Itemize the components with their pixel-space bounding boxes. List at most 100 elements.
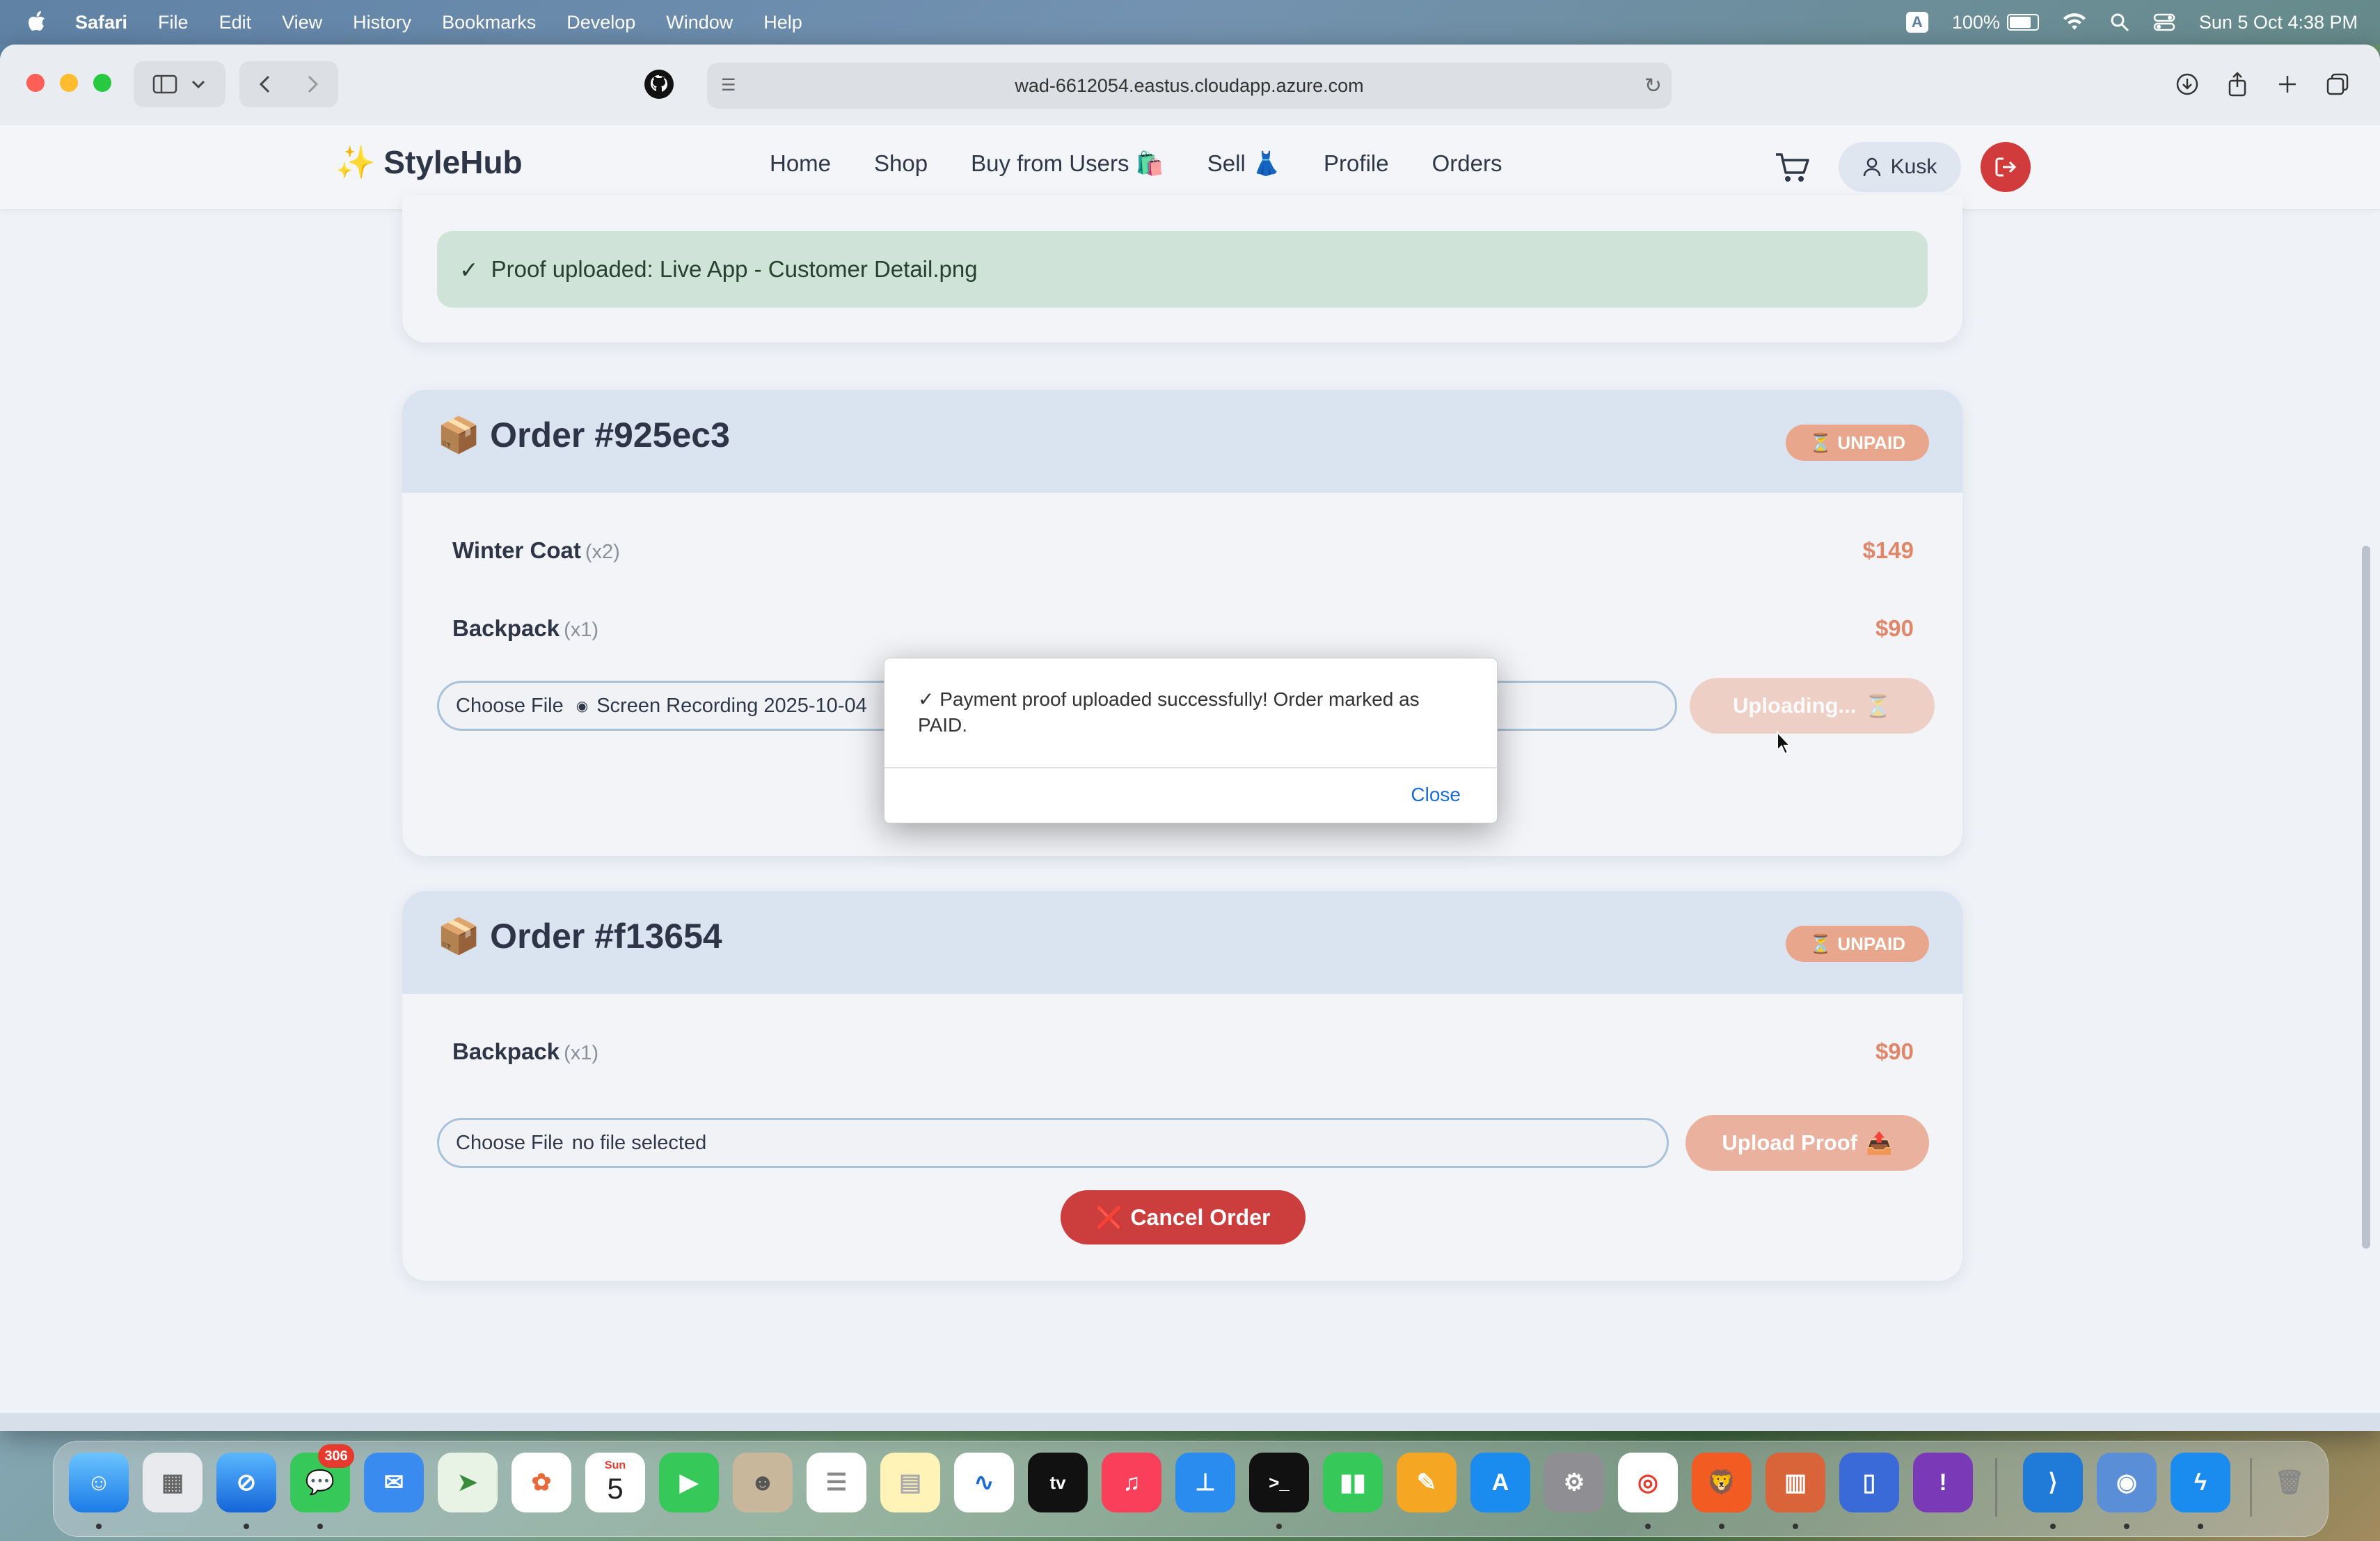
logout-button[interactable] [1981,142,2031,192]
trash-icon[interactable]: 🗑 [2260,1453,2319,1512]
forward-arrow-icon[interactable] [302,74,323,95]
mail-icon[interactable]: ✉ [364,1453,424,1512]
apple-icon[interactable] [28,11,46,32]
item-price: $90 [1875,1038,1914,1064]
order-item-row: Winter Coat (x2) $149 [452,537,1914,564]
running-indicator [2198,1524,2203,1529]
share-button[interactable] [2214,61,2260,107]
nav-orders[interactable]: Orders [1432,150,1502,177]
github-extension-button[interactable] [636,61,682,107]
sidebar-toggle-button[interactable] [134,61,225,107]
running-indicator [2050,1524,2056,1529]
site-logo[interactable]: ✨ StyleHub [335,143,523,182]
messages-unread-badge: 306 [318,1444,354,1468]
running-indicator [2124,1524,2129,1529]
wifi-icon[interactable] [2063,13,2086,31]
running-indicator [1276,1524,1282,1529]
menu-bookmarks[interactable]: Bookmarks [442,12,536,33]
database-app-icon[interactable]: ◉ [2097,1453,2157,1512]
vscode-icon[interactable]: ⟩ [2023,1453,2083,1512]
site-settings-icon[interactable]: ☰ [721,75,742,96]
apple-tv-icon[interactable]: tv [1028,1453,1088,1512]
brave-icon[interactable]: 🦁 [1692,1453,1752,1512]
sparkles-icon: ✨ [335,144,376,180]
upload-proof-label: Upload Proof [1722,1130,1857,1155]
hourglass-icon: ⏳ [1864,693,1891,718]
keynote-icon[interactable]: ⊥ [1175,1453,1235,1512]
dock: ☺ ▦ ⊘ 💬 306 ✉ ➤ ✿ Sun 5 ▶ ☻ ☰ ▤ ∿ tv ♫ ⊥… [53,1441,2329,1537]
cart-icon[interactable] [1775,150,1811,184]
reminders-icon[interactable]: ☰ [807,1453,866,1512]
cancel-order-button[interactable]: ❌ Cancel Order [1061,1190,1306,1244]
spotlight-search-icon[interactable] [2110,13,2129,32]
menu-view[interactable]: View [282,12,322,33]
messenger-icon[interactable]: ϟ [2171,1453,2230,1512]
feedback-assistant-icon[interactable]: ! [1913,1453,1973,1512]
music-icon[interactable]: ♫ [1102,1453,1161,1512]
menubar-clock[interactable]: Sun 5 Oct 4:38 PM [2199,12,2358,33]
item-price: $149 [1862,537,1914,563]
pages-icon[interactable]: ✎ [1397,1453,1457,1512]
menu-window[interactable]: Window [666,12,733,33]
minimize-window-button[interactable] [60,74,78,92]
menu-file[interactable]: File [158,12,189,33]
system-settings-icon[interactable]: ⚙ [1544,1453,1604,1512]
safari-icon[interactable]: ⊘ [216,1453,276,1512]
close-window-button[interactable] [26,74,45,92]
menu-help[interactable]: Help [763,12,802,33]
new-tab-button[interactable] [2264,61,2310,107]
battery-icon [2006,14,2039,31]
chrome-icon[interactable]: ◎ [1618,1453,1678,1512]
nav-profile[interactable]: Profile [1324,150,1389,177]
page-scrollbar[interactable] [2362,546,2370,1249]
freeform-icon[interactable]: ∿ [954,1453,1014,1512]
app-store-icon[interactable]: A [1470,1453,1530,1512]
user-profile-button[interactable]: Kusk [1839,142,1961,192]
numbers-icon[interactable]: ▮▮ [1323,1453,1383,1512]
user-icon [1863,157,1880,177]
battery-status[interactable]: 100% [1952,12,2039,33]
address-bar[interactable]: ☰ wad-6612054.eastus.cloudapp.azure.com … [707,63,1672,109]
order-title: 📦 Order #925ec3 [437,415,730,456]
running-indicator [244,1524,249,1529]
back-arrow-icon[interactable] [255,74,276,95]
reload-icon[interactable]: ↻ [1644,74,1662,98]
dialog-divider [884,767,1497,768]
menu-edit[interactable]: Edit [219,12,252,33]
dialog-close-button[interactable]: Close [1411,784,1461,806]
nav-home[interactable]: Home [770,150,831,177]
photos-icon[interactable]: ✿ [511,1453,571,1512]
contacts-icon[interactable]: ☻ [733,1453,793,1512]
nav-sell[interactable]: Sell 👗 [1207,150,1280,177]
downloads-button[interactable] [2164,61,2210,107]
terminal-icon[interactable]: >_ [1249,1453,1309,1512]
facetime-icon[interactable]: ▶ [659,1453,719,1512]
control-center-icon[interactable] [2153,13,2175,32]
item-qty: (x1) [564,1042,599,1064]
maps-icon[interactable]: ➤ [438,1453,498,1512]
upload-proof-button[interactable]: Upload Proof 📤 [1685,1115,1929,1171]
finder-icon[interactable]: ☺ [69,1453,129,1512]
uploading-button[interactable]: Uploading... ⏳ [1690,678,1935,734]
running-indicator [1719,1524,1724,1529]
notes-icon[interactable]: ▤ [880,1453,940,1512]
simulator-icon[interactable]: ▯ [1839,1453,1899,1512]
main-nav: Home Shop Buy from Users 🛍️ Sell 👗 Profi… [770,150,1545,177]
tab-overview-button[interactable] [2315,61,2361,107]
running-indicator [96,1524,102,1529]
menu-develop[interactable]: Develop [566,12,635,33]
zoom-window-button[interactable] [93,74,111,92]
browser-toolbar: ☰ wad-6612054.eastus.cloudapp.azure.com … [0,45,2380,126]
url-text: wad-6612054.eastus.cloudapp.azure.com [1015,74,1364,96]
menu-bar: Safari File Edit View History Bookmarks … [0,0,2380,45]
menu-history[interactable]: History [353,12,411,33]
calendar-day: Sun [604,1460,626,1471]
menu-app-safari[interactable]: Safari [75,12,127,33]
proof-file-input[interactable]: Choose File no file selected [437,1118,1669,1168]
launchpad-icon[interactable]: ▦ [143,1453,203,1512]
nav-buy-from-users[interactable]: Buy from Users 🛍️ [971,150,1164,177]
calendar-icon[interactable]: Sun 5 [585,1453,645,1512]
nav-shop[interactable]: Shop [874,150,928,177]
dictionary-app-icon[interactable]: ▥ [1766,1453,1825,1512]
input-source-icon[interactable]: A [1905,12,1928,33]
